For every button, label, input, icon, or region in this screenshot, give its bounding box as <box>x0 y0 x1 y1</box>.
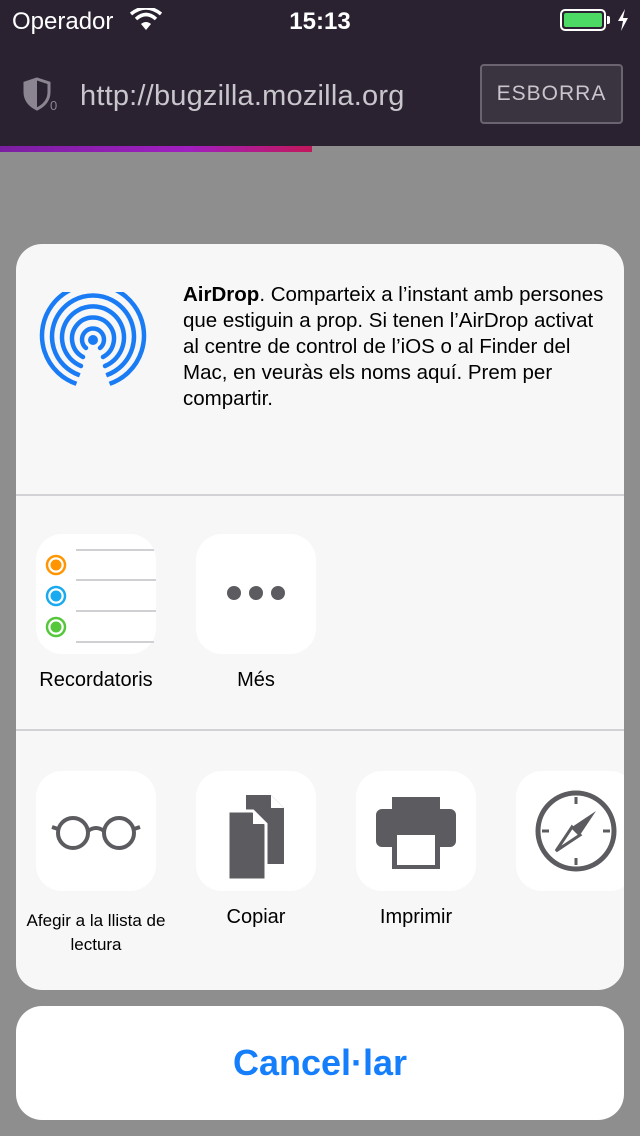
share-sheet: AirDrop. Comparteix a l’instant amb pers… <box>16 244 624 990</box>
tracking-protection-icon[interactable]: 0 <box>22 77 60 118</box>
page-load-progress <box>0 146 312 152</box>
action-safari[interactable] <box>496 771 624 905</box>
glasses-icon <box>36 771 156 891</box>
action-label: Afegir a la llista de lectura <box>26 911 166 954</box>
status-bar: Operador 15:13 <box>0 0 640 42</box>
airdrop-icon <box>38 282 148 397</box>
app-label: Més <box>237 669 275 691</box>
clock: 15:13 <box>289 8 351 35</box>
copy-icon <box>196 771 316 891</box>
clear-button[interactable]: ESBORRA <box>480 64 623 124</box>
compass-icon <box>516 771 624 891</box>
svg-text:0: 0 <box>50 98 57 113</box>
action-label: Imprimir <box>379 906 453 928</box>
divider <box>16 729 624 731</box>
app-more[interactable]: Més <box>176 534 336 692</box>
action-label: Copiar <box>226 906 286 928</box>
action-reading-list[interactable]: Afegir a la llista de lectura <box>16 771 176 957</box>
airdrop-section[interactable]: AirDrop. Comparteix a l’instant amb pers… <box>16 244 624 494</box>
app-reminders[interactable]: Recordatoris <box>16 534 176 692</box>
divider <box>16 494 624 496</box>
url-bar: 0 http://bugzilla.mozilla.org ESBORRA <box>0 42 640 146</box>
more-icon <box>196 534 316 654</box>
url-text[interactable]: http://bugzilla.mozilla.org <box>80 80 405 113</box>
cancel-button[interactable]: Cancel·lar <box>16 1006 624 1120</box>
app-label: Recordatoris <box>39 669 153 691</box>
airdrop-title: AirDrop <box>183 283 260 306</box>
reminders-icon <box>36 534 156 654</box>
airdrop-description: AirDrop. Comparteix a l’instant amb pers… <box>183 282 613 412</box>
battery-icon <box>560 9 606 31</box>
battery-tip <box>607 16 610 24</box>
action-print[interactable]: Imprimir <box>336 771 496 929</box>
charging-icon <box>616 8 630 37</box>
printer-icon <box>356 771 476 891</box>
action-copy[interactable]: Copiar <box>176 771 336 929</box>
